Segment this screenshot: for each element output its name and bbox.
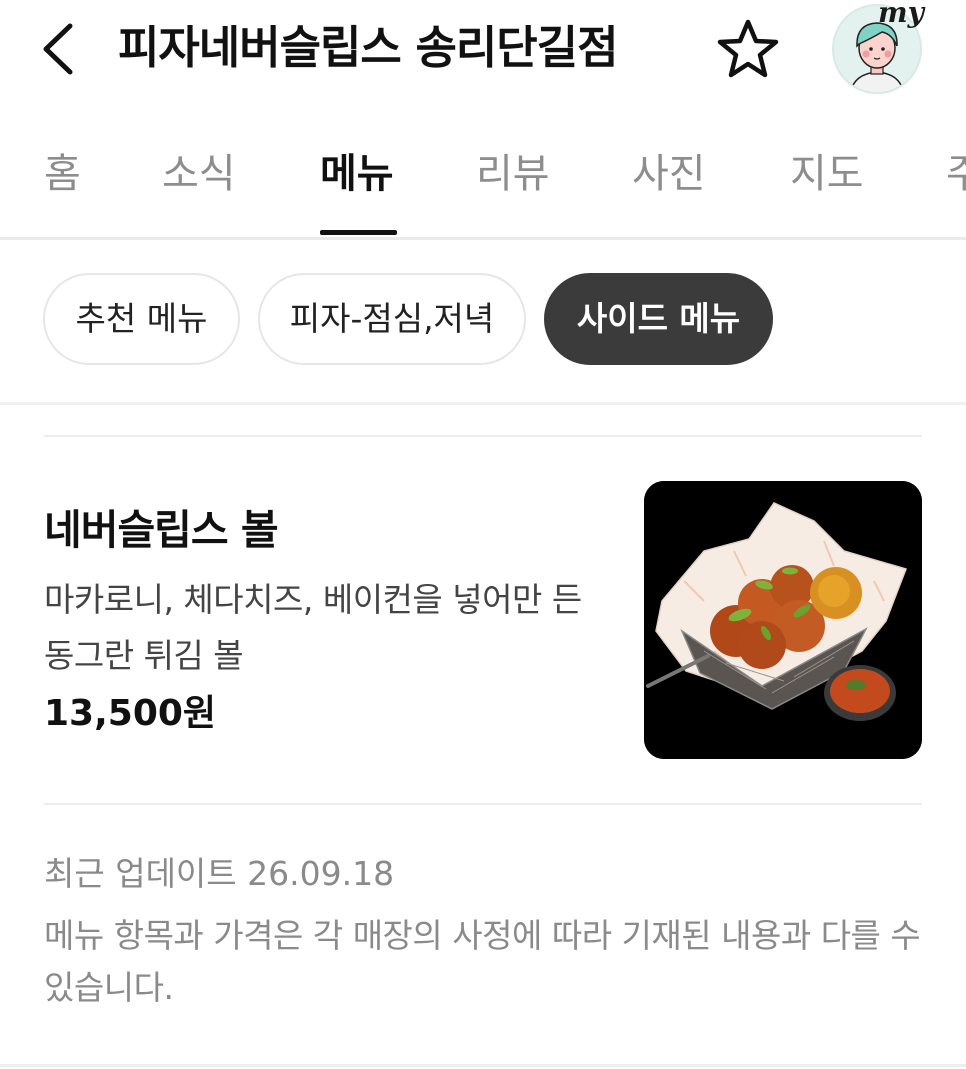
profile-badge: my [878,0,924,29]
tab-more[interactable]: 주 [946,148,966,200]
tab-menu[interactable]: 메뉴 [320,148,394,200]
menu-disclaimer: 메뉴 항목과 가격은 각 매장의 사정에 따라 기재된 내용과 다를 수 있습니… [44,916,921,1007]
tabs-divider [0,237,966,240]
active-tab-indicator [320,230,397,235]
bottom-divider [0,1064,966,1067]
chip-pizza[interactable]: 피자-점심,저녁 [258,273,526,365]
menu-item-price: 13,500원 [44,693,217,734]
menu-item[interactable]: 네버슬립스 볼 마카로니, 체다치즈, 베이컨을 넣어만 든 동그란 튀김 볼 … [0,438,966,804]
menu-item-photo [644,481,922,759]
section-divider [0,402,966,405]
back-button[interactable] [36,18,84,80]
menu-item-name: 네버슬립스 볼 [44,506,279,554]
tab-bar: 홈 소식 메뉴 리뷰 사진 지도 주 [0,130,966,238]
chip-side-menu[interactable]: 사이드 메뉴 [544,273,773,365]
tab-news[interactable]: 소식 [162,148,236,200]
menu-item-description: 마카로니, 체다치즈, 베이컨을 넣어만 든 동그란 튀김 볼 [44,580,582,675]
chevron-left-icon [43,23,73,75]
tab-reviews[interactable]: 리뷰 [476,148,550,200]
tab-map[interactable]: 지도 [790,148,864,200]
tab-home[interactable]: 홈 [44,148,81,200]
last-updated-text: 최근 업데이트 26.09.18 [44,854,395,893]
star-outline-icon [717,19,779,78]
page-title: 피자네버슬립스 송리단길점 [118,21,618,74]
header-bar: 피자네버슬립스 송리단길점 my [0,0,966,110]
favorite-button[interactable] [714,16,782,84]
divider [44,435,922,437]
divider [44,803,922,805]
tab-photos[interactable]: 사진 [632,148,706,200]
chip-recommended[interactable]: 추천 메뉴 [43,273,240,365]
